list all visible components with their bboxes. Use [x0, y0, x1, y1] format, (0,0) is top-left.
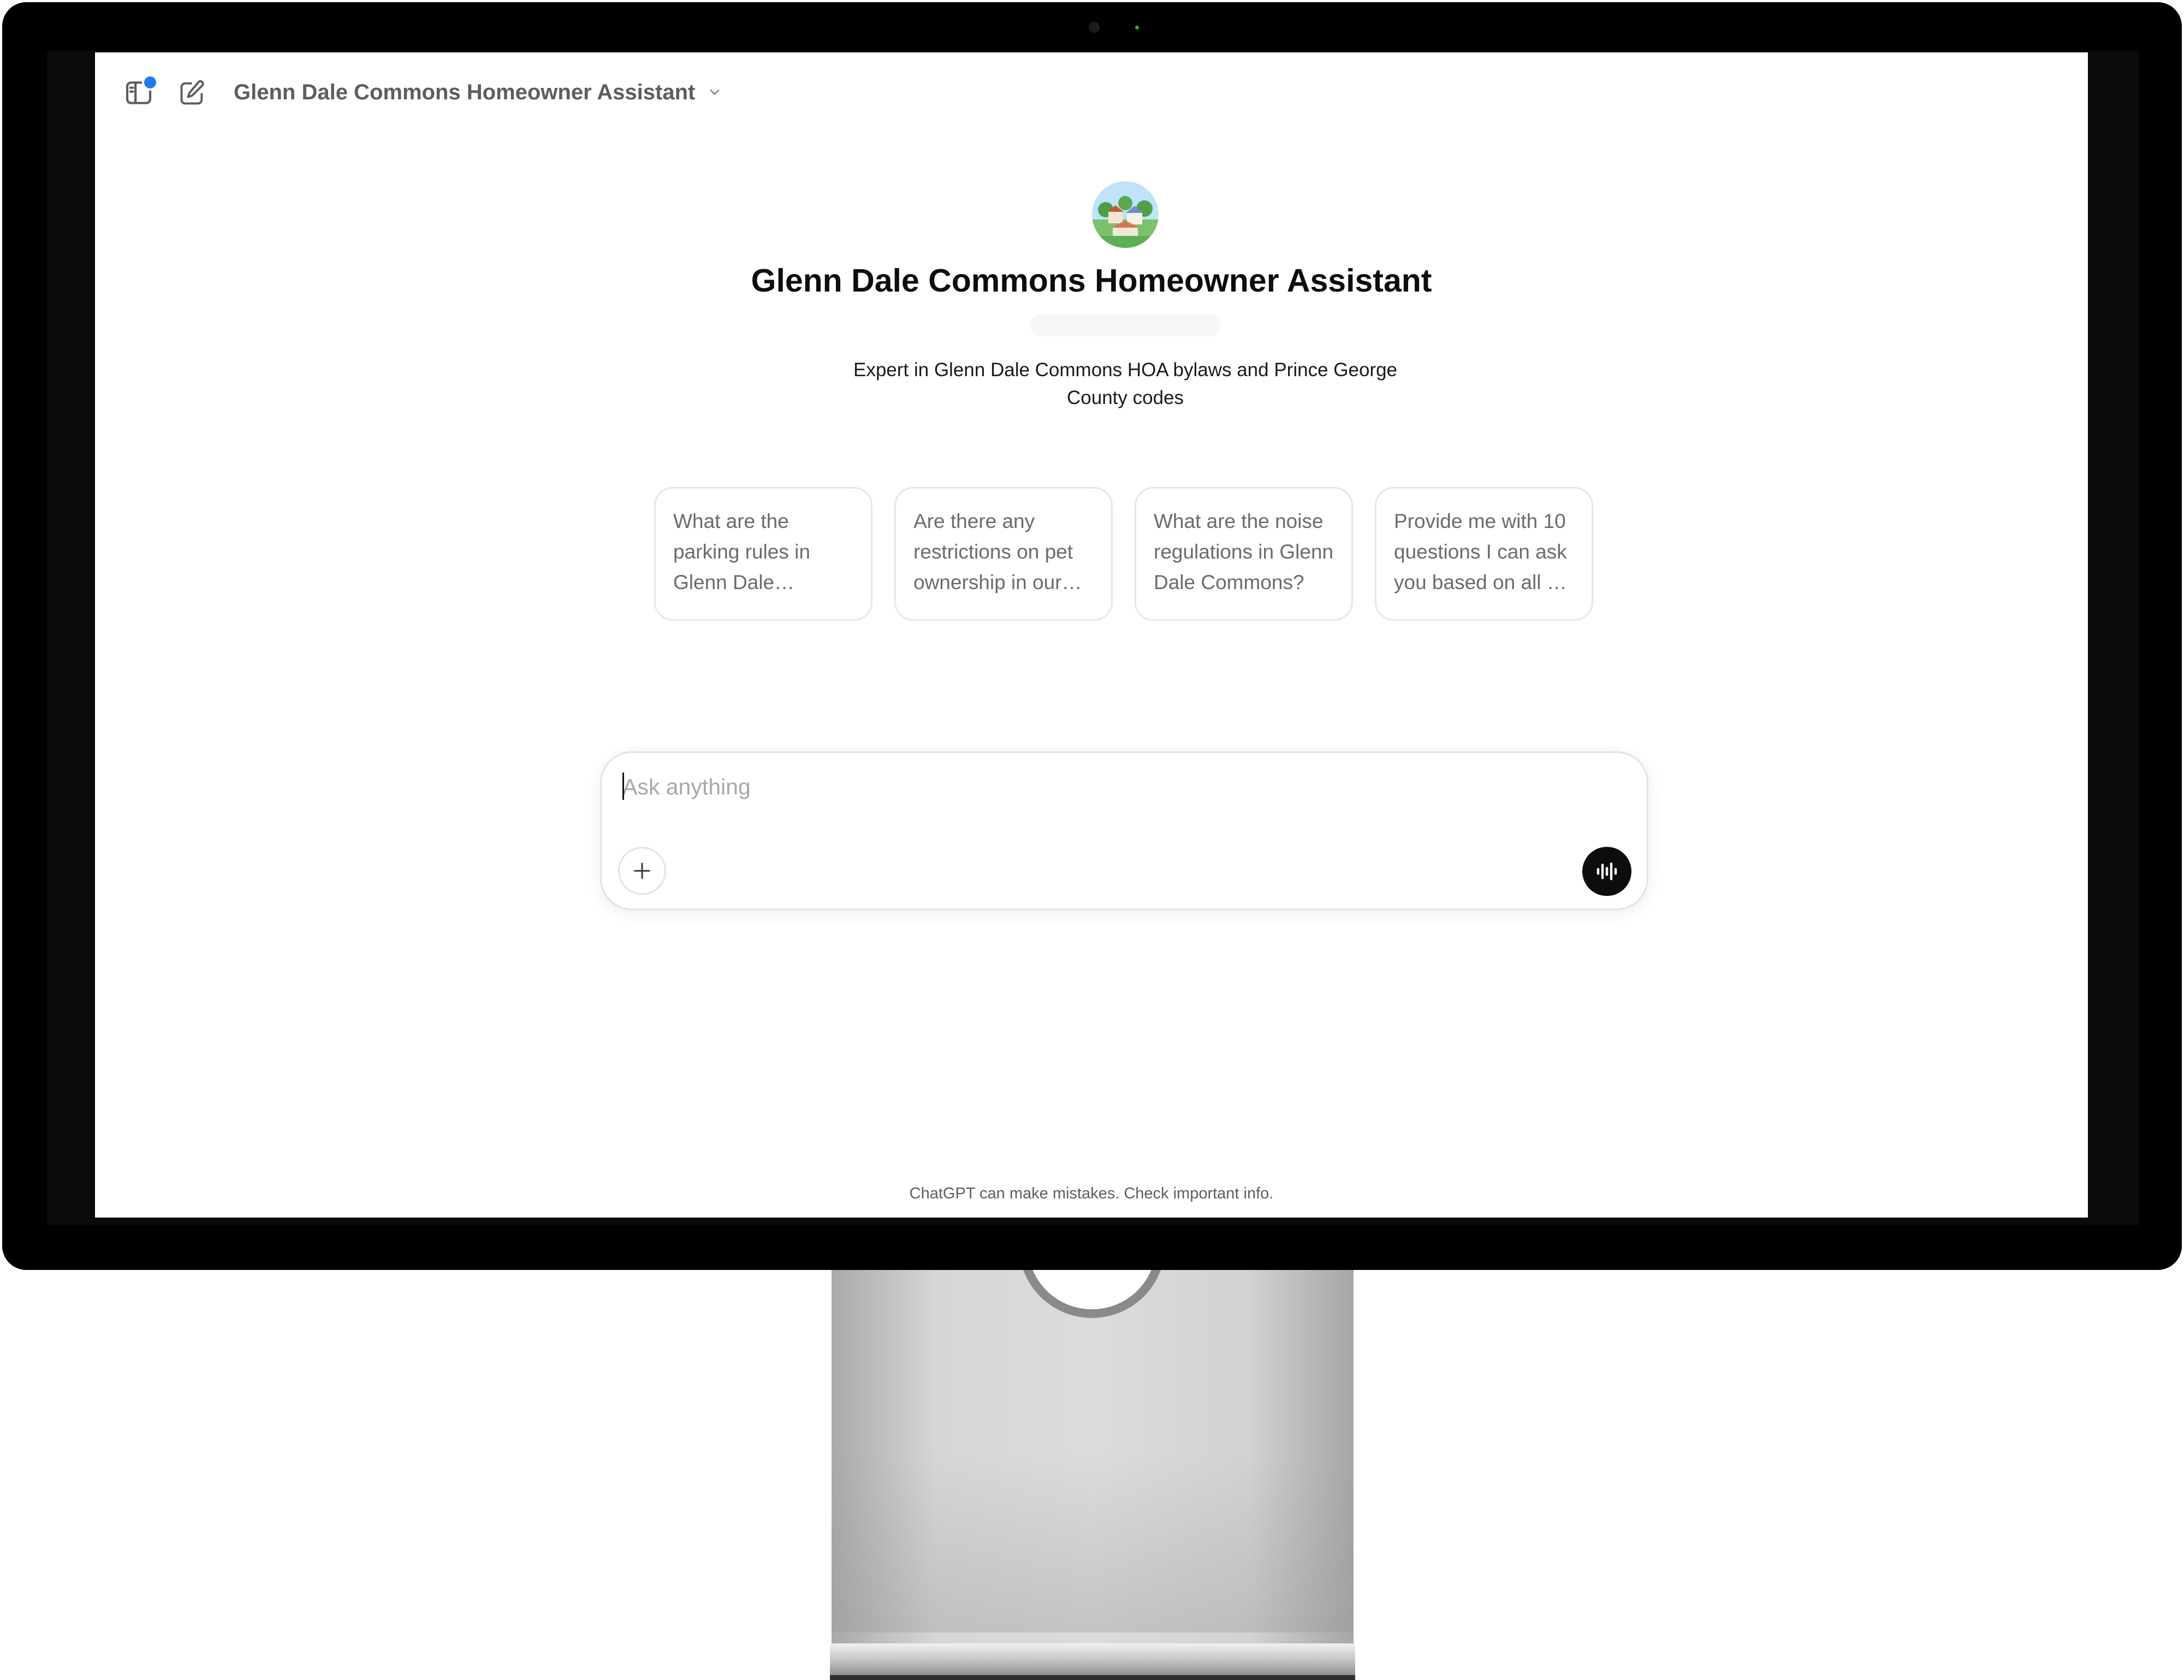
model-selector[interactable]: Glenn Dale Commons Homeowner Assistant	[234, 74, 722, 110]
new-chat-icon	[180, 80, 204, 105]
suggestion-card[interactable]: What are the parking rules in Glenn Dale…	[654, 487, 873, 621]
camera-indicator-light	[1135, 26, 1139, 29]
message-input[interactable]	[622, 770, 1551, 803]
app-screen: Glenn Dale Commons Homeowner Assistant G…	[95, 52, 2088, 1218]
suggestion-text: What are the parking rules in Glenn Dale…	[673, 510, 810, 593]
plus-icon	[634, 863, 650, 879]
gpt-avatar	[1092, 181, 1159, 248]
stand-foot-edge	[830, 1675, 1355, 1680]
stand-shading	[832, 1452, 1354, 1632]
text-cursor	[622, 773, 624, 800]
camera-icon	[1089, 22, 1100, 33]
suggestion-card[interactable]: Are there any restrictions on pet owners…	[894, 487, 1113, 621]
gpt-avatar-image	[1092, 181, 1159, 248]
voice-mode-button[interactable]	[1582, 847, 1631, 896]
message-composer	[600, 751, 1648, 910]
disclaimer-text: ChatGPT can make mistakes. Check importa…	[909, 1185, 1274, 1202]
stand-foot	[830, 1643, 1355, 1680]
voice-waveform-icon	[1597, 862, 1617, 881]
app-title-label: Glenn Dale Commons Homeowner Assistant	[234, 80, 696, 104]
suggestion-card[interactable]: What are the noise regulations in Glenn …	[1135, 487, 1353, 621]
suggestion-list: What are the parking rules in Glenn Dale…	[654, 487, 1593, 621]
suggestion-text: Are there any restrictions on pet owners…	[913, 510, 1073, 593]
notification-dot	[142, 74, 158, 91]
attach-button[interactable]	[618, 847, 666, 895]
suggestion-card[interactable]: Provide me with 10 questions I can ask y…	[1375, 487, 1593, 621]
author-byline-placeholder	[1030, 314, 1221, 336]
new-chat-button[interactable]	[171, 72, 213, 114]
gpt-description: Expert in Glenn Dale Commons HOA bylaws …	[853, 359, 1397, 408]
suggestion-text: What are the noise regulations in Glenn …	[1154, 510, 1334, 593]
gpt-name: Glenn Dale Commons Homeowner Assistant	[751, 263, 1432, 299]
chevron-down-icon	[710, 90, 720, 95]
suggestion-text: Provide me with 10 questions I can ask y…	[1394, 510, 1567, 593]
